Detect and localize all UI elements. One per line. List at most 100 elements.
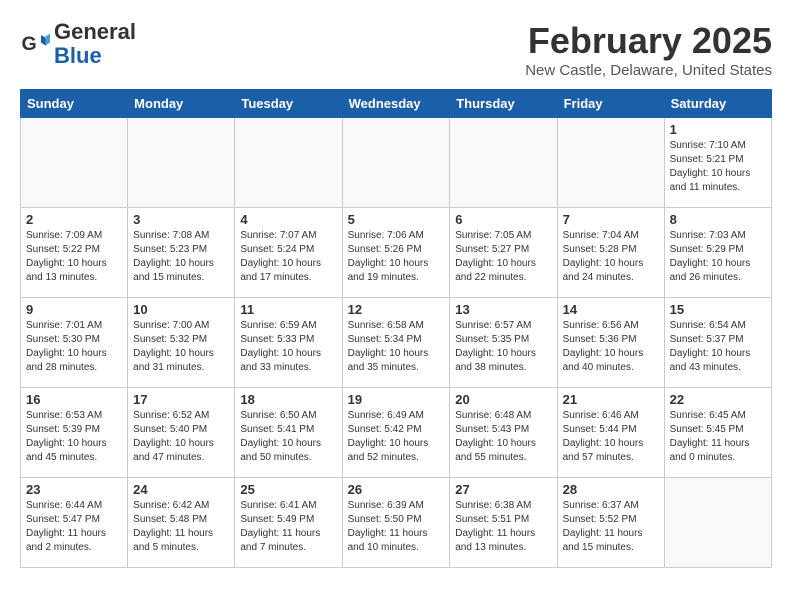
day-cell bbox=[557, 118, 664, 208]
day-cell: 9 Sunrise: 7:01 AM Sunset: 5:30 PM Daylig… bbox=[21, 298, 128, 388]
weekday-header-row: SundayMondayTuesdayWednesdayThursdayFrid… bbox=[21, 90, 772, 118]
day-info: Sunrise: 7:00 AM Sunset: 5:32 PM Dayligh… bbox=[133, 319, 229, 375]
weekday-header-thursday: Thursday bbox=[450, 90, 557, 118]
day-cell: 26Sunrise: 6:39 AM Sunset: 5:50 PM Dayli… bbox=[342, 478, 450, 568]
day-number: 10 bbox=[133, 302, 229, 317]
day-cell bbox=[128, 118, 235, 208]
weekday-header-friday: Friday bbox=[557, 90, 664, 118]
day-info: Sunrise: 6:54 AM Sunset: 5:37 PM Dayligh… bbox=[670, 319, 766, 375]
day-info: Sunrise: 6:53 AM Sunset: 5:39 PM Dayligh… bbox=[26, 409, 122, 465]
day-number: 28 bbox=[563, 482, 659, 497]
day-info: Sunrise: 6:57 AM Sunset: 5:35 PM Dayligh… bbox=[455, 319, 551, 375]
week-row-4: 16 Sunrise: 6:53 AM Sunset: 5:39 PM Dayli… bbox=[21, 388, 772, 478]
day-number: 21 bbox=[563, 392, 659, 407]
day-number: 19 bbox=[348, 392, 445, 407]
weekday-header-sunday: Sunday bbox=[21, 90, 128, 118]
day-cell: 11Sunrise: 6:59 AM Sunset: 5:33 PM Dayli… bbox=[235, 298, 342, 388]
day-info: Sunrise: 6:38 AM Sunset: 5:51 PM Dayligh… bbox=[455, 499, 551, 555]
day-info: Sunrise: 7:04 AM Sunset: 5:28 PM Dayligh… bbox=[563, 229, 659, 285]
logo-icon: G bbox=[20, 29, 50, 59]
day-info: Sunrise: 6:48 AM Sunset: 5:43 PM Dayligh… bbox=[455, 409, 551, 465]
week-row-3: 9 Sunrise: 7:01 AM Sunset: 5:30 PM Daylig… bbox=[21, 298, 772, 388]
day-info: Sunrise: 6:44 AM Sunset: 5:47 PM Dayligh… bbox=[26, 499, 122, 555]
day-cell: 5 Sunrise: 7:06 AM Sunset: 5:26 PM Daylig… bbox=[342, 208, 450, 298]
day-number: 7 bbox=[563, 212, 659, 227]
day-cell: 25 Sunrise: 6:41 AM Sunset: 5:49 PM Dayli… bbox=[235, 478, 342, 568]
day-cell: 13Sunrise: 6:57 AM Sunset: 5:35 PM Dayli… bbox=[450, 298, 557, 388]
day-info: Sunrise: 7:10 AM Sunset: 5:21 PM Dayligh… bbox=[670, 139, 766, 195]
day-info: Sunrise: 7:09 AM Sunset: 5:22 PM Dayligh… bbox=[26, 229, 122, 285]
day-number: 18 bbox=[240, 392, 336, 407]
day-info: Sunrise: 6:59 AM Sunset: 5:33 PM Dayligh… bbox=[240, 319, 336, 375]
day-cell bbox=[21, 118, 128, 208]
week-row-5: 23 Sunrise: 6:44 AM Sunset: 5:47 PM Dayli… bbox=[21, 478, 772, 568]
day-number: 12 bbox=[348, 302, 445, 317]
day-number: 22 bbox=[670, 392, 766, 407]
weekday-header-monday: Monday bbox=[128, 90, 235, 118]
day-info: Sunrise: 6:42 AM Sunset: 5:48 PM Dayligh… bbox=[133, 499, 229, 555]
logo-line1: General bbox=[54, 20, 136, 44]
day-cell: 22 Sunrise: 6:45 AM Sunset: 5:45 PM Dayli… bbox=[664, 388, 771, 478]
day-number: 8 bbox=[670, 212, 766, 227]
day-cell bbox=[235, 118, 342, 208]
day-cell: 3Sunrise: 7:08 AM Sunset: 5:23 PM Daylig… bbox=[128, 208, 235, 298]
logo: G General Blue bbox=[20, 20, 136, 68]
day-cell: 21Sunrise: 6:46 AM Sunset: 5:44 PM Dayli… bbox=[557, 388, 664, 478]
day-number: 15 bbox=[670, 302, 766, 317]
day-cell: 7 Sunrise: 7:04 AM Sunset: 5:28 PM Daylig… bbox=[557, 208, 664, 298]
location: New Castle, Delaware, United States bbox=[525, 62, 772, 79]
day-cell: 8 Sunrise: 7:03 AM Sunset: 5:29 PM Daylig… bbox=[664, 208, 771, 298]
page-header: G General Blue February 2025 New Castle,… bbox=[20, 20, 772, 79]
day-number: 14 bbox=[563, 302, 659, 317]
day-info: Sunrise: 6:56 AM Sunset: 5:36 PM Dayligh… bbox=[563, 319, 659, 375]
day-number: 27 bbox=[455, 482, 551, 497]
day-cell bbox=[664, 478, 771, 568]
day-cell: 10 Sunrise: 7:00 AM Sunset: 5:32 PM Dayli… bbox=[128, 298, 235, 388]
logo-line2: Blue bbox=[54, 44, 136, 68]
day-info: Sunrise: 6:49 AM Sunset: 5:42 PM Dayligh… bbox=[348, 409, 445, 465]
title-block: February 2025 New Castle, Delaware, Unit… bbox=[525, 20, 772, 79]
day-info: Sunrise: 6:45 AM Sunset: 5:45 PM Dayligh… bbox=[670, 409, 766, 465]
day-number: 25 bbox=[240, 482, 336, 497]
day-number: 5 bbox=[348, 212, 445, 227]
day-info: Sunrise: 7:03 AM Sunset: 5:29 PM Dayligh… bbox=[670, 229, 766, 285]
day-info: Sunrise: 7:07 AM Sunset: 5:24 PM Dayligh… bbox=[240, 229, 336, 285]
calendar: SundayMondayTuesdayWednesdayThursdayFrid… bbox=[20, 89, 772, 568]
weekday-header-tuesday: Tuesday bbox=[235, 90, 342, 118]
day-cell: 28Sunrise: 6:37 AM Sunset: 5:52 PM Dayli… bbox=[557, 478, 664, 568]
day-cell: 14 Sunrise: 6:56 AM Sunset: 5:36 PM Dayli… bbox=[557, 298, 664, 388]
weekday-header-saturday: Saturday bbox=[664, 90, 771, 118]
day-cell: 20Sunrise: 6:48 AM Sunset: 5:43 PM Dayli… bbox=[450, 388, 557, 478]
day-cell: 1 Sunrise: 7:10 AM Sunset: 5:21 PM Daylig… bbox=[664, 118, 771, 208]
weekday-header-wednesday: Wednesday bbox=[342, 90, 450, 118]
day-number: 4 bbox=[240, 212, 336, 227]
day-cell: 17 Sunrise: 6:52 AM Sunset: 5:40 PM Dayli… bbox=[128, 388, 235, 478]
day-number: 6 bbox=[455, 212, 551, 227]
day-cell: 24 Sunrise: 6:42 AM Sunset: 5:48 PM Dayli… bbox=[128, 478, 235, 568]
day-cell bbox=[342, 118, 450, 208]
day-number: 2 bbox=[26, 212, 122, 227]
day-info: Sunrise: 6:58 AM Sunset: 5:34 PM Dayligh… bbox=[348, 319, 445, 375]
day-number: 26 bbox=[348, 482, 445, 497]
day-number: 24 bbox=[133, 482, 229, 497]
day-number: 23 bbox=[26, 482, 122, 497]
day-cell: 2 Sunrise: 7:09 AM Sunset: 5:22 PM Daylig… bbox=[21, 208, 128, 298]
day-info: Sunrise: 7:06 AM Sunset: 5:26 PM Dayligh… bbox=[348, 229, 445, 285]
day-number: 1 bbox=[670, 122, 766, 137]
month-title: February 2025 bbox=[525, 20, 772, 62]
day-number: 17 bbox=[133, 392, 229, 407]
day-info: Sunrise: 6:52 AM Sunset: 5:40 PM Dayligh… bbox=[133, 409, 229, 465]
svg-text:G: G bbox=[22, 33, 37, 55]
day-cell: 6Sunrise: 7:05 AM Sunset: 5:27 PM Daylig… bbox=[450, 208, 557, 298]
day-cell: 12 Sunrise: 6:58 AM Sunset: 5:34 PM Dayli… bbox=[342, 298, 450, 388]
day-number: 9 bbox=[26, 302, 122, 317]
day-info: Sunrise: 7:01 AM Sunset: 5:30 PM Dayligh… bbox=[26, 319, 122, 375]
day-number: 16 bbox=[26, 392, 122, 407]
day-cell: 4 Sunrise: 7:07 AM Sunset: 5:24 PM Daylig… bbox=[235, 208, 342, 298]
day-cell: 18Sunrise: 6:50 AM Sunset: 5:41 PM Dayli… bbox=[235, 388, 342, 478]
day-number: 3 bbox=[133, 212, 229, 227]
week-row-1: 1 Sunrise: 7:10 AM Sunset: 5:21 PM Daylig… bbox=[21, 118, 772, 208]
day-info: Sunrise: 6:41 AM Sunset: 5:49 PM Dayligh… bbox=[240, 499, 336, 555]
day-cell: 27 Sunrise: 6:38 AM Sunset: 5:51 PM Dayli… bbox=[450, 478, 557, 568]
day-cell: 15 Sunrise: 6:54 AM Sunset: 5:37 PM Dayli… bbox=[664, 298, 771, 388]
